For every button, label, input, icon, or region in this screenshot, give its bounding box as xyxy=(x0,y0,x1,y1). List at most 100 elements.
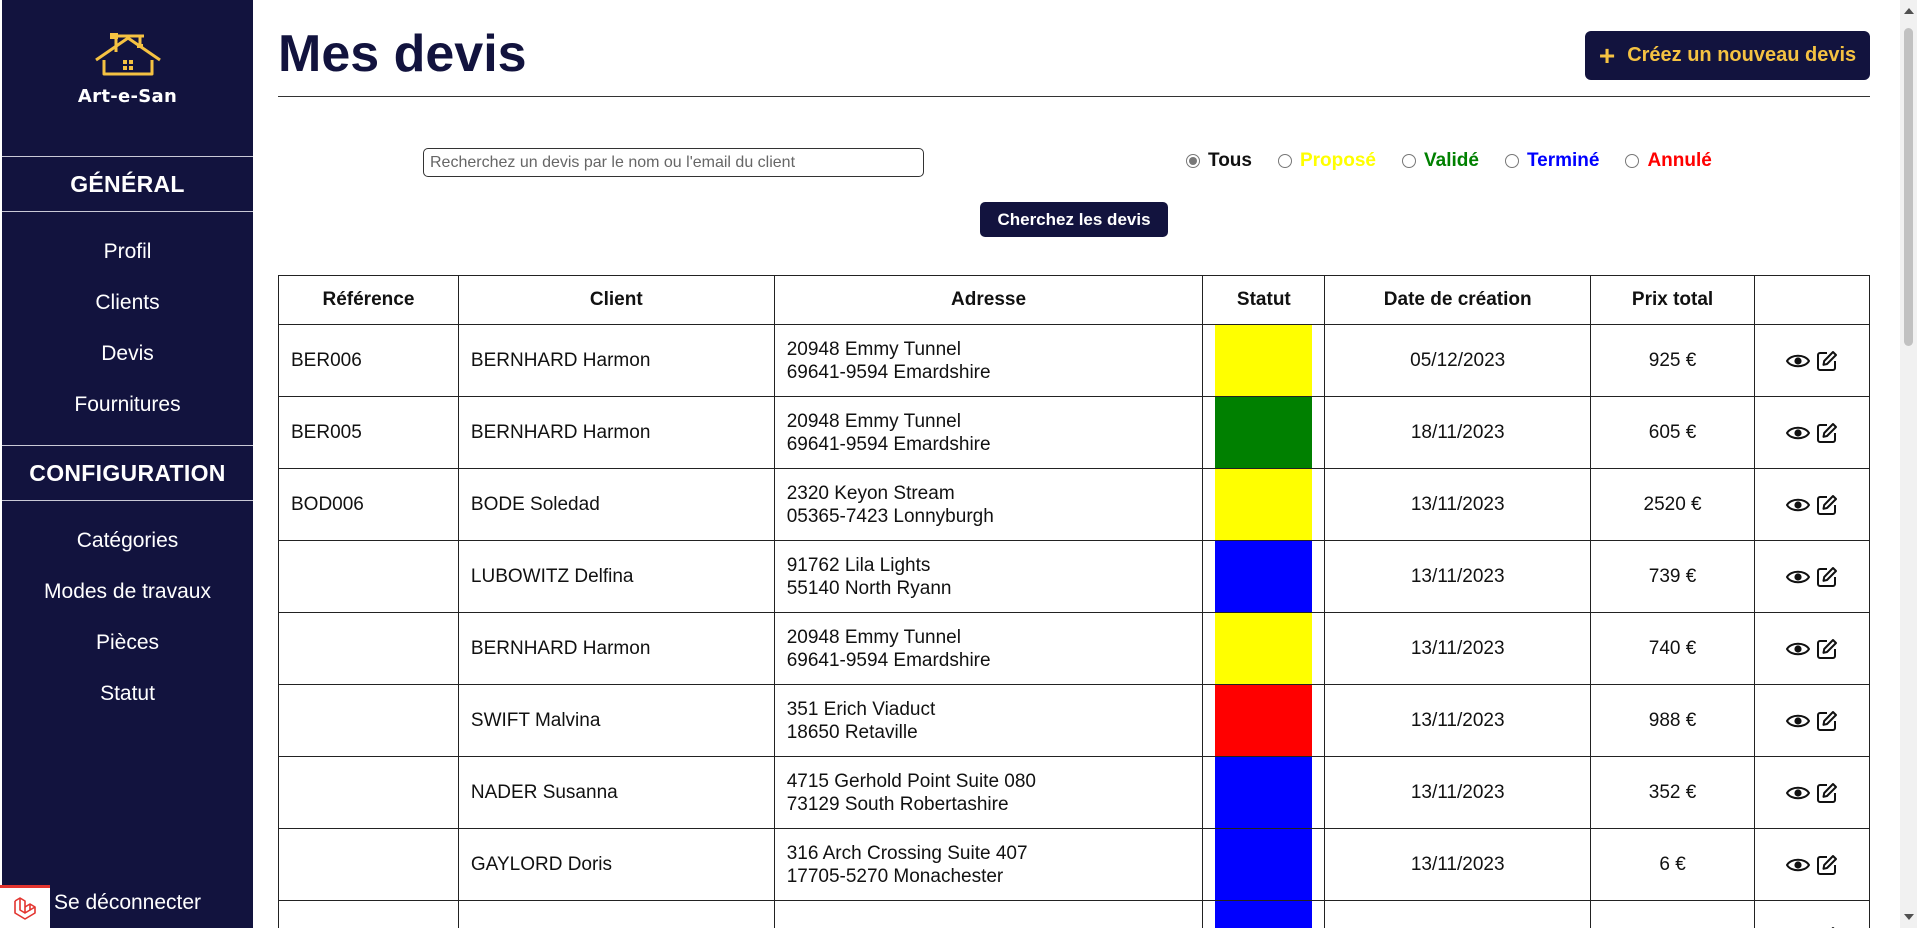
edit-icon[interactable] xyxy=(1816,710,1838,732)
address-line-2: 69641-9594 Emardshire xyxy=(786,361,991,383)
sidebar-item-categories[interactable]: Catégories xyxy=(2,515,253,566)
app-name: Art-e-San xyxy=(77,86,178,107)
address-line-2: 05365-7423 Lonnyburgh xyxy=(786,505,994,527)
eye-icon[interactable] xyxy=(1786,424,1810,442)
status-color-box xyxy=(1215,901,1313,928)
filter-annule-radio[interactable] xyxy=(1625,154,1640,168)
cell-prix: 988 € xyxy=(1590,684,1756,757)
cell-adresse: 20948 Emmy Tunnel 69641-9594 Emardshire xyxy=(773,324,1204,397)
cell-reference xyxy=(278,828,459,901)
table-row: LUBOWITZ Delfina 91762 Lila Lights 55140 N… xyxy=(278,540,1870,613)
cell-prix: 352 € xyxy=(1590,756,1756,829)
page-scrollbar[interactable] xyxy=(1900,0,1917,928)
cell-statut xyxy=(1202,324,1326,397)
devis-table: Référence Client Adresse Statut Date de … xyxy=(278,275,1870,928)
status-color-box xyxy=(1215,685,1313,756)
cell-date: 13/11/2023 xyxy=(1324,612,1592,685)
cell-client: BERNHARD Harmon xyxy=(457,324,775,397)
cell-statut xyxy=(1202,900,1326,928)
cell-adresse: 20948 Emmy Tunnel 69641-9594 Emardshire xyxy=(773,612,1204,685)
edit-icon[interactable] xyxy=(1816,638,1838,660)
edit-icon[interactable] xyxy=(1816,422,1838,444)
scrollbar-thumb[interactable] xyxy=(1904,28,1913,346)
cell-reference: BER006 xyxy=(278,324,459,397)
edit-icon[interactable] xyxy=(1816,494,1838,516)
filter-valide[interactable]: Validé xyxy=(1402,150,1479,172)
header-divider xyxy=(278,96,1870,97)
cell-date: 05/12/2023 xyxy=(1324,324,1592,397)
filter-termine[interactable]: Terminé xyxy=(1504,150,1600,172)
address-line-1: 20948 Emmy Tunnel xyxy=(786,626,961,648)
table-row: GAYLORD Doris 316 Arch Crossing Suite 407… xyxy=(278,828,1870,901)
filter-termine-radio[interactable] xyxy=(1504,154,1519,168)
edit-icon[interactable] xyxy=(1816,782,1838,804)
cell-adresse: 4715 Gerhold Point Suite 080 73129 South … xyxy=(773,756,1204,829)
filter-valide-label: Validé xyxy=(1424,150,1479,171)
cell-actions xyxy=(1754,828,1870,901)
search-devis-button[interactable]: Cherchez les devis xyxy=(980,202,1168,237)
address-line-2: 73129 South Robertashire xyxy=(786,793,1009,815)
cell-actions xyxy=(1754,540,1870,613)
laravel-icon xyxy=(14,897,36,920)
new-devis-button-label: Créez un nouveau devis xyxy=(1627,44,1857,66)
section-general-title: GÉNÉRAL xyxy=(2,156,253,212)
cell-date: 13/11/2023 xyxy=(1324,828,1592,901)
cell-adresse: 316 Arch Crossing Suite 407 17705-5270 Mo… xyxy=(773,828,1204,901)
eye-icon[interactable] xyxy=(1786,568,1810,586)
plus-icon: + xyxy=(1598,39,1616,71)
column-header-client: Client xyxy=(457,275,775,325)
cell-reference xyxy=(278,684,459,757)
new-devis-button[interactable]: + Créez un nouveau devis xyxy=(1585,31,1870,80)
address-line-1: 316 Arch Crossing Suite 407 xyxy=(786,842,1028,864)
cell-client: LUBOWITZ Delfina xyxy=(457,540,775,613)
eye-icon[interactable] xyxy=(1786,496,1810,514)
scroll-down-arrow-icon[interactable] xyxy=(1904,914,1914,920)
cell-client: SWIFT Malvina xyxy=(457,684,775,757)
cell-prix: 739 € xyxy=(1590,540,1756,613)
column-header-adresse: Adresse xyxy=(773,275,1204,325)
sidebar-item-clients[interactable]: Clients xyxy=(2,277,253,328)
sidebar-item-fournitures[interactable]: Fournitures xyxy=(2,379,253,430)
cell-client: BERNHARD Harmon xyxy=(457,612,775,685)
filter-valide-radio[interactable] xyxy=(1402,154,1417,168)
table-header-row: Référence Client Adresse Statut Date de … xyxy=(278,275,1870,325)
cell-reference xyxy=(278,540,459,613)
eye-icon[interactable] xyxy=(1786,712,1810,730)
sidebar-item-devis[interactable]: Devis xyxy=(2,328,253,379)
address-line-1: 2320 Keyon Stream xyxy=(786,482,955,504)
filter-propose[interactable]: Proposé xyxy=(1277,150,1376,172)
edit-icon[interactable] xyxy=(1816,350,1838,372)
scroll-up-arrow-icon[interactable] xyxy=(1904,8,1914,14)
status-filter-group: Tous Proposé Validé Terminé Annulé xyxy=(1186,150,1738,172)
address-line-2: 17705-5270 Monachester xyxy=(786,865,1004,887)
filter-annule[interactable]: Annulé xyxy=(1625,150,1712,172)
cell-adresse: 316 Arch Crossing Suite 407 xyxy=(773,900,1204,928)
status-color-box xyxy=(1215,829,1313,900)
app-logo[interactable]: Art-e-San xyxy=(2,0,253,156)
table-row: BER006 BERNHARD Harmon 20948 Emmy Tunnel 69… xyxy=(278,324,1870,397)
table-row: BER005 BERNHARD Harmon 20948 Emmy Tunnel 69… xyxy=(278,396,1870,469)
status-color-box xyxy=(1215,541,1313,612)
eye-icon[interactable] xyxy=(1786,784,1810,802)
house-crane-logo-icon xyxy=(94,33,161,76)
cell-adresse: 351 Erich Viaduct 18650 Retaville xyxy=(773,684,1204,757)
eye-icon[interactable] xyxy=(1786,856,1810,874)
sidebar-item-modes-de-travaux[interactable]: Modes de travaux xyxy=(2,566,253,617)
search-input[interactable] xyxy=(423,148,924,177)
sidebar-item-profil[interactable]: Profil xyxy=(2,226,253,277)
edit-icon[interactable] xyxy=(1816,566,1838,588)
cell-actions xyxy=(1754,756,1870,829)
filter-tous[interactable]: Tous xyxy=(1186,150,1252,172)
filter-tous-radio[interactable] xyxy=(1186,154,1200,168)
status-color-box xyxy=(1215,325,1313,396)
sidebar-item-statut[interactable]: Statut xyxy=(2,668,253,719)
cell-statut xyxy=(1202,468,1326,541)
sidebar-item-pieces[interactable]: Pièces xyxy=(2,617,253,668)
laravel-debug-badge[interactable] xyxy=(0,885,50,928)
filter-propose-radio[interactable] xyxy=(1277,154,1292,168)
filter-termine-label: Terminé xyxy=(1526,150,1600,171)
cell-actions xyxy=(1754,324,1870,397)
eye-icon[interactable] xyxy=(1786,352,1810,370)
eye-icon[interactable] xyxy=(1786,640,1810,658)
edit-icon[interactable] xyxy=(1816,854,1838,876)
